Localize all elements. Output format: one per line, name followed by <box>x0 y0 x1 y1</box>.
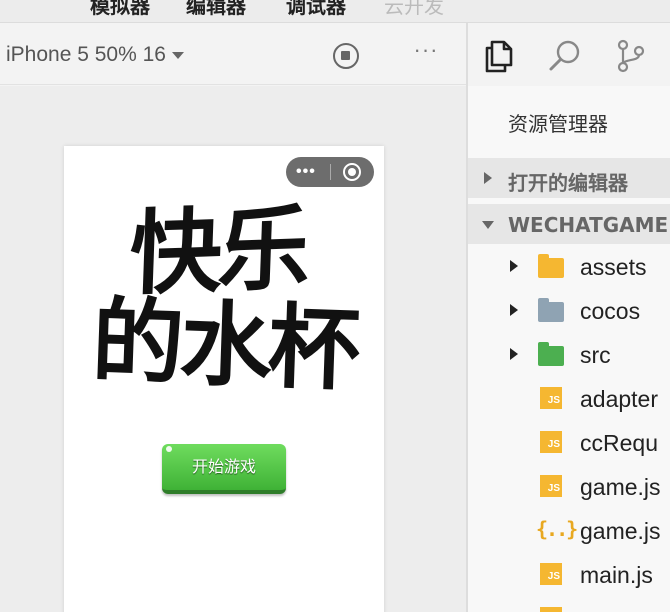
tree-item-ccrequ[interactable]: JS ccRequ <box>468 421 670 465</box>
toolbar-simulator[interactable]: 模拟器 <box>90 0 150 19</box>
tree-item-adapter[interactable]: JS adapter <box>468 377 670 421</box>
chevron-down-icon <box>482 221 494 229</box>
toolbar-debugger[interactable]: 调试器 <box>286 0 346 19</box>
js-file-icon: JS <box>538 431 564 455</box>
phone-screen[interactable]: ••• 快乐 的水杯 开始游戏 <box>64 146 384 612</box>
tree-item-label: src <box>580 342 611 368</box>
open-editors-section[interactable]: 打开的编辑器 <box>468 158 670 198</box>
tree-item-label: ccRequ <box>580 430 658 456</box>
tree-item-label: adapter <box>580 386 659 412</box>
folder-icon <box>538 298 564 323</box>
capsule-divider <box>330 164 331 180</box>
game-title-line2: 的水杯 <box>90 287 358 404</box>
toolbar-editor[interactable]: 编辑器 <box>186 0 246 19</box>
project-label: WECHATGAME <box>508 213 669 237</box>
tree-item-assets[interactable]: assets <box>468 245 670 289</box>
tree-item-label: game.js <box>580 474 661 500</box>
json-file-icon: {..} <box>536 517 578 541</box>
js-file-icon: JS <box>538 475 564 499</box>
tree-item-game-json[interactable]: {..} game.js <box>468 509 670 553</box>
tree-item-game-js[interactable]: JS game.js <box>468 465 670 509</box>
simulator-area: ••• 快乐 的水杯 开始游戏 <box>0 86 466 612</box>
caret-down-icon <box>171 51 184 59</box>
devtools-window: 模拟器 编辑器 调试器 云开发 iPhone 5 50% 16 ··· ••• … <box>0 0 670 612</box>
capsule-more-icon[interactable]: ••• <box>296 163 316 181</box>
toolbar-cloud[interactable]: 云开发 <box>384 0 444 19</box>
simulator-header: iPhone 5 50% 16 ··· <box>0 23 466 85</box>
start-game-button[interactable]: 开始游戏 <box>162 444 286 494</box>
activity-bar <box>468 23 670 85</box>
project-section[interactable]: WECHATGAME <box>468 204 670 244</box>
tree-item-label: cocos <box>580 298 641 324</box>
capsule-menu[interactable]: ••• <box>286 157 374 187</box>
js-file-icon: JS <box>538 387 564 411</box>
tree-item-main-js[interactable]: JS main.js <box>468 553 670 597</box>
chevron-right-icon <box>510 260 518 272</box>
explorer-title: 资源管理器 <box>508 112 608 136</box>
tree-item-partial[interactable]: JS <box>468 597 670 612</box>
top-toolbar: 模拟器 编辑器 调试器 云开发 <box>0 0 670 22</box>
js-file-icon: JS <box>538 563 564 587</box>
tree-item-src[interactable]: src <box>468 333 670 377</box>
search-icon[interactable] <box>548 39 582 73</box>
open-editors-label: 打开的编辑器 <box>508 171 628 195</box>
device-selector-label: iPhone 5 50% 16 <box>6 43 166 66</box>
folder-assets-icon <box>538 254 564 279</box>
files-icon[interactable] <box>482 39 516 73</box>
tree-item-label: assets <box>580 254 647 280</box>
chevron-right-icon <box>484 172 492 184</box>
chevron-right-icon <box>510 304 518 316</box>
folder-src-icon <box>538 342 564 367</box>
tree-item-cocos[interactable]: cocos <box>468 289 670 333</box>
tree-item-label: game.js <box>580 518 661 544</box>
tree-item-label: main.js <box>580 562 653 588</box>
chevron-right-icon <box>510 348 518 360</box>
device-selector[interactable]: iPhone 5 50% 16 <box>6 43 184 67</box>
explorer-panel: 资源管理器 打开的编辑器 WECHATGAME assets cocos src… <box>468 86 670 612</box>
source-control-icon[interactable] <box>614 39 648 73</box>
capsule-close-icon[interactable] <box>343 163 361 181</box>
game-title-line1: 快乐 <box>127 194 309 309</box>
js-file-icon: JS <box>538 607 564 612</box>
stop-icon[interactable] <box>333 43 359 69</box>
game-title: 快乐 的水杯 <box>64 194 384 414</box>
more-icon[interactable]: ··· <box>410 39 442 69</box>
